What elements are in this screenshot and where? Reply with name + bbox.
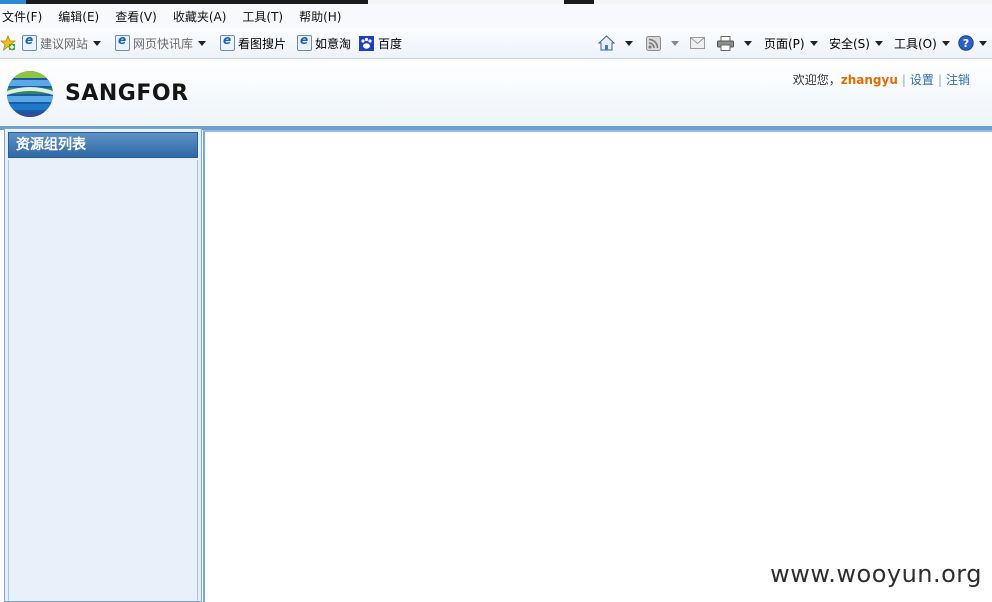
menu-edit[interactable]: 编辑(E) (56, 8, 107, 25)
username: zhangyu (840, 73, 898, 87)
help-icon: ? (958, 35, 974, 51)
safety-menu-button[interactable]: 安全(S) (829, 28, 883, 58)
page-menu-label: 页面(P) (764, 36, 805, 51)
menu-favorites[interactable]: 收藏夹(A) (171, 8, 235, 25)
help-button[interactable]: ? (958, 28, 987, 58)
favorite-label: 百度 (378, 36, 403, 51)
mail-icon (690, 37, 705, 49)
ie-page-icon (115, 33, 130, 51)
settings-link[interactable]: 设置 (910, 73, 934, 87)
divider: | (937, 73, 942, 87)
watermark-text: www.wooyun.org (770, 560, 982, 588)
favorite-label: 看图搜片 (238, 36, 287, 51)
browser-menu-bar: 文件(F) 编辑(E) 查看(V) 收藏夹(A) 工具(T) 帮助(H) (0, 4, 992, 28)
ie-page-icon (22, 33, 37, 51)
favorite-label: 建议网站 (40, 36, 89, 51)
welcome-text: 欢迎您， (792, 73, 841, 87)
chevron-down-icon[interactable] (671, 40, 679, 46)
chevron-down-icon (979, 40, 987, 46)
menu-help[interactable]: 帮助(H) (297, 8, 349, 25)
resource-group-title: 资源组列表 (8, 132, 198, 158)
chevron-down-icon[interactable] (625, 40, 633, 46)
favorite-suggested-sites[interactable]: 建议网站 (22, 28, 102, 58)
favorite-kantu[interactable]: 看图搜片 (220, 28, 286, 58)
page-menu-button[interactable]: 页面(P) (764, 28, 818, 58)
favorite-web-slice-gallery[interactable]: 网页快讯库 (115, 28, 207, 58)
tools-menu-label: 工具(O) (894, 36, 937, 51)
home-button[interactable] (598, 28, 633, 58)
tools-menu-button[interactable]: 工具(O) (894, 28, 950, 58)
chevron-down-icon (809, 40, 818, 46)
printer-icon (717, 35, 734, 51)
app-header: SANGFOR 欢迎您，zhangyu | 设置 | 注销 (0, 59, 992, 126)
main-content-area (203, 130, 992, 602)
chevron-down-icon[interactable] (198, 40, 207, 46)
chevron-down-icon (874, 40, 883, 46)
safety-menu-label: 安全(S) (829, 36, 870, 51)
feeds-button[interactable] (646, 28, 679, 58)
favorites-star-icon (0, 35, 16, 51)
chevron-down-icon (941, 40, 950, 46)
divider: | (901, 73, 906, 87)
favorite-label: 如意淘 (315, 36, 352, 51)
print-button[interactable] (717, 28, 752, 58)
brand-name: SANGFOR (65, 81, 189, 106)
chevron-down-icon[interactable] (93, 40, 102, 46)
home-icon (598, 35, 615, 51)
read-mail-button[interactable] (690, 28, 705, 58)
chevron-down-icon[interactable] (744, 40, 752, 46)
menu-view[interactable]: 查看(V) (113, 8, 165, 25)
favorites-command-bar: 建议网站 网页快讯库 看图搜片 如意淘 百度 (0, 28, 992, 59)
sangfor-logo (7, 71, 53, 117)
menu-tools[interactable]: 工具(T) (240, 8, 291, 25)
resource-group-list[interactable] (8, 160, 198, 601)
favorite-ruyitao[interactable]: 如意淘 (297, 28, 351, 58)
ie-page-icon (220, 33, 235, 51)
svg-text:?: ? (963, 37, 969, 50)
user-area: 欢迎您，zhangyu | 设置 | 注销 (793, 71, 970, 88)
favorite-baidu[interactable]: 百度 (359, 28, 402, 58)
baidu-paw-icon (359, 35, 374, 51)
favorite-label: 网页快讯库 (133, 36, 194, 51)
rss-feed-icon (646, 35, 661, 51)
menu-file[interactable]: 文件(F) (0, 8, 50, 25)
resource-group-panel: 资源组列表 (4, 128, 202, 602)
favorites-button[interactable] (0, 28, 16, 58)
ie-page-icon (297, 33, 312, 51)
logout-link[interactable]: 注销 (946, 73, 970, 87)
